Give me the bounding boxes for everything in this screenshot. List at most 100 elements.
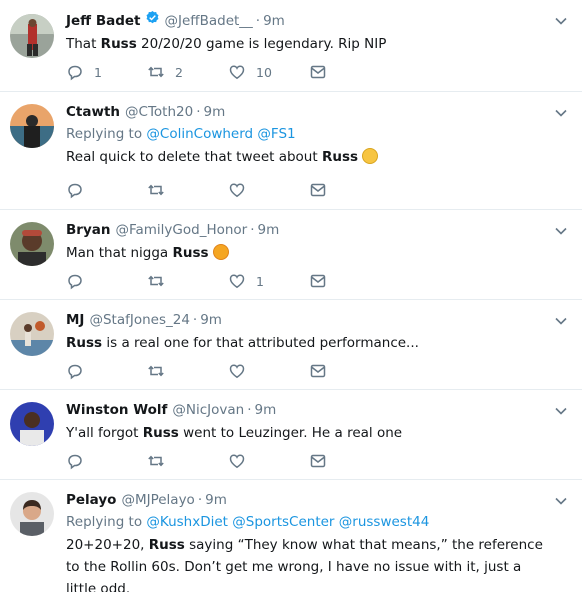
tweet-text: 20+20+20, Russ saying “They know what th… — [66, 537, 543, 592]
tweet-actions — [66, 181, 390, 199]
avatar[interactable] — [10, 312, 54, 356]
direct-message-button[interactable] — [309, 452, 390, 470]
display-name[interactable]: Jeff Badet — [66, 11, 141, 31]
separator-dot: · — [197, 492, 203, 508]
user-handle[interactable]: @FamilyGod_Honor — [115, 220, 247, 240]
highlighted-term: Russ — [172, 245, 209, 261]
avatar[interactable] — [10, 222, 54, 266]
display-name[interactable]: Winston Wolf — [66, 400, 167, 420]
user-handle[interactable]: @NicJovan — [172, 400, 244, 420]
direct-message-icon — [310, 65, 326, 79]
reply-button[interactable] — [66, 181, 147, 199]
timestamp[interactable]: 9m — [255, 400, 277, 420]
timestamp[interactable]: 9m — [205, 490, 227, 510]
tweet-content: Pelayo @MJPelayo · 9m Replying to @Kushx… — [66, 490, 552, 592]
tweet-header: Winston Wolf @NicJovan · 9m — [66, 400, 552, 420]
like-button[interactable] — [228, 362, 309, 380]
tweet-feed: Jeff Badet @JeffBadet__ · 9m That Russ 2… — [0, 0, 582, 592]
highlighted-term: Russ — [100, 36, 137, 52]
avatar[interactable] — [10, 104, 54, 148]
display-name[interactable]: Bryan — [66, 220, 110, 240]
user-handle[interactable]: @MJPelayo — [121, 490, 194, 510]
tweet-content: Bryan @FamilyGod_Honor · 9m Man that nig… — [66, 220, 552, 264]
retweet-button[interactable] — [147, 272, 228, 290]
highlighted-term: Russ — [148, 537, 185, 553]
separator-dot: · — [250, 222, 255, 238]
tweet[interactable]: Winston Wolf @NicJovan · 9m Y'all forgot… — [0, 390, 582, 480]
reply-button[interactable] — [66, 362, 147, 380]
timestamp[interactable]: 9m — [258, 220, 280, 240]
like-count: 1 — [256, 273, 264, 289]
avatar[interactable] — [10, 492, 54, 536]
mention-link[interactable]: @SportsCenter — [232, 514, 334, 530]
chevron-down-icon[interactable] — [554, 404, 568, 418]
verified-badge-icon — [146, 10, 158, 24]
tweet[interactable]: Bryan @FamilyGod_Honor · 9m Man that nig… — [0, 210, 582, 300]
retweet-button[interactable] — [147, 452, 228, 470]
timestamp[interactable]: 9m — [203, 102, 225, 122]
direct-message-button[interactable] — [309, 181, 390, 199]
direct-message-icon — [310, 274, 326, 288]
display-name[interactable]: Pelayo — [66, 490, 116, 510]
tweet-header: Pelayo @MJPelayo · 9m — [66, 490, 552, 510]
direct-message-icon — [310, 364, 326, 378]
retweet-icon — [148, 184, 164, 196]
retweet-button[interactable] — [147, 362, 228, 380]
like-icon — [229, 183, 245, 198]
like-icon — [229, 364, 245, 379]
mention-link[interactable]: @ColinCowherd — [146, 126, 253, 142]
timestamp[interactable]: 9m — [200, 310, 222, 330]
direct-message-icon — [310, 183, 326, 197]
like-icon — [229, 274, 245, 289]
user-handle[interactable]: @StafJones_24 — [89, 310, 189, 330]
reply-button[interactable]: 1 — [66, 63, 147, 81]
replying-to: Replying to @ColinCowherd @FS1 — [66, 126, 296, 142]
avatar[interactable] — [10, 402, 54, 446]
reply-button[interactable] — [66, 272, 147, 290]
highlighted-term: Russ — [66, 335, 103, 351]
reply-icon — [68, 183, 82, 199]
collision-icon — [212, 244, 229, 260]
tweet-header: Jeff Badet @JeffBadet__ · 9m — [66, 10, 552, 31]
display-name[interactable]: MJ — [66, 310, 84, 330]
direct-message-button[interactable] — [309, 272, 390, 290]
chevron-down-icon[interactable] — [554, 106, 568, 120]
chevron-down-icon[interactable] — [554, 14, 568, 28]
chevron-down-icon[interactable] — [554, 224, 568, 238]
tweet-content: MJ @StafJones_24 · 9m Russ is a real one… — [66, 310, 552, 354]
avatar[interactable] — [10, 14, 54, 58]
like-button[interactable]: 10 — [228, 63, 309, 81]
user-handle[interactable]: @JeffBadet__ — [165, 11, 253, 31]
like-button[interactable] — [228, 452, 309, 470]
tweet-text: Real quick to delete that tweet about Ru… — [66, 146, 552, 168]
tweet-content: Winston Wolf @NicJovan · 9m Y'all forgot… — [66, 400, 552, 444]
retweet-button[interactable] — [147, 181, 228, 199]
mention-link[interactable]: @FS1 — [257, 126, 295, 142]
direct-message-button[interactable] — [309, 362, 390, 380]
mention-link[interactable]: @russwest44 — [339, 514, 430, 530]
reply-icon — [68, 65, 82, 81]
direct-message-icon — [310, 454, 326, 468]
user-handle[interactable]: @CToth20 — [125, 102, 193, 122]
mention-link[interactable]: @KushxDiet — [146, 514, 228, 530]
retweet-button[interactable]: 2 — [147, 63, 228, 81]
tweet-header: Bryan @FamilyGod_Honor · 9m — [66, 220, 552, 240]
direct-message-button[interactable] — [309, 63, 390, 81]
chevron-down-icon[interactable] — [554, 314, 568, 328]
reply-icon — [68, 364, 82, 380]
reply-button[interactable] — [66, 452, 147, 470]
separator-dot: · — [255, 13, 261, 29]
tweet[interactable]: Pelayo @MJPelayo · 9m Replying to @Kushx… — [0, 480, 582, 592]
separator-dot: · — [196, 104, 201, 120]
like-button[interactable]: 1 — [228, 272, 309, 290]
timestamp[interactable]: 9m — [263, 11, 285, 31]
tweet-header: Ctawth @CToth20 · 9m — [66, 102, 552, 122]
chevron-down-icon[interactable] — [554, 494, 568, 508]
tweet[interactable]: Ctawth @CToth20 · 9m Replying to @ColinC… — [0, 92, 582, 210]
tweet[interactable]: MJ @StafJones_24 · 9m Russ is a real one… — [0, 300, 582, 390]
like-button[interactable] — [228, 181, 309, 199]
display-name[interactable]: Ctawth — [66, 102, 120, 122]
tweet-actions — [66, 362, 390, 380]
tweet-actions — [66, 452, 390, 470]
tweet[interactable]: Jeff Badet @JeffBadet__ · 9m That Russ 2… — [0, 0, 582, 92]
